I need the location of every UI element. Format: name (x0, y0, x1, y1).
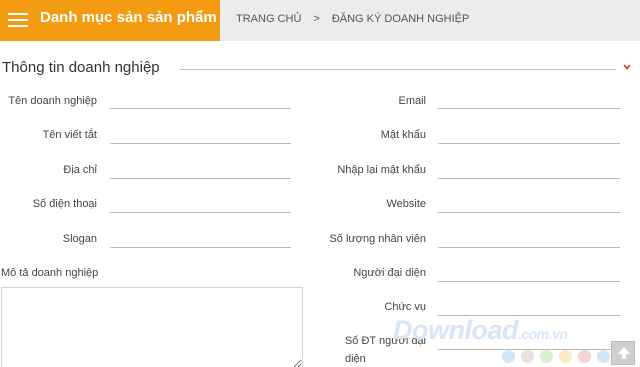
password-input[interactable] (438, 126, 620, 144)
email-label: Email (398, 95, 426, 107)
chevron-down-icon[interactable] (622, 62, 632, 72)
position-input[interactable] (438, 298, 620, 316)
section-divider (180, 69, 616, 70)
address-label: Địa chỉ (63, 164, 97, 176)
phone-input[interactable] (110, 195, 291, 213)
slogan-label: Slogan (62, 233, 97, 245)
breadcrumb-current: ĐĂNG KÝ DOANH NGHIỆP (331, 13, 470, 25)
company-name-label: Tên doanh nghiệp (8, 95, 97, 107)
confirm-password-input[interactable] (438, 161, 620, 179)
rep-phone-label-line2: diện (344, 353, 366, 365)
website-label: Website (386, 198, 426, 210)
category-menu-title[interactable]: Danh mục sản sản phẩm (40, 9, 217, 26)
scroll-top-button[interactable] (611, 341, 635, 365)
short-name-input[interactable] (110, 126, 291, 144)
description-label: Mô tả doanh nghiệp (1, 267, 99, 279)
hamburger-icon[interactable] (8, 13, 28, 27)
breadcrumb-home-link[interactable]: TRANG CHỦ (236, 13, 301, 25)
watermark-dots (502, 350, 610, 363)
short-name-label: Tên viết tắt (42, 129, 97, 141)
representative-input[interactable] (438, 264, 620, 282)
description-textarea[interactable] (1, 287, 303, 367)
representative-label: Người đại diện (353, 267, 426, 279)
website-input[interactable] (438, 195, 620, 213)
breadcrumb: TRANG CHỦ > ĐĂNG KÝ DOANH NGHIỆP (236, 13, 469, 25)
watermark-domain: .com.vn (518, 326, 568, 342)
address-input[interactable] (110, 161, 291, 179)
arrow-up-icon (618, 347, 630, 359)
position-label: Chức vụ (384, 301, 426, 313)
slogan-input[interactable] (110, 230, 291, 248)
password-label: Mật khẩu (380, 129, 426, 141)
employees-input[interactable] (438, 230, 620, 248)
company-name-input[interactable] (110, 91, 291, 109)
phone-label: Số điện thoại (32, 198, 97, 210)
category-menu-button[interactable]: Danh mục sản sản phẩm (0, 0, 220, 41)
watermark-logo: Download.com.vn (393, 315, 568, 346)
section-title: Thông tin doanh nghiệp (2, 59, 160, 76)
breadcrumb-separator: > (313, 13, 320, 25)
confirm-password-label: Nhập lại mật khẩu (337, 164, 426, 176)
email-input[interactable] (438, 91, 620, 109)
watermark-text: Download (393, 315, 519, 345)
employees-label: Số lượng nhân viên (329, 233, 426, 245)
top-bar: Danh mục sản sản phẩm TRANG CHỦ > ĐĂNG KÝ … (0, 0, 640, 41)
